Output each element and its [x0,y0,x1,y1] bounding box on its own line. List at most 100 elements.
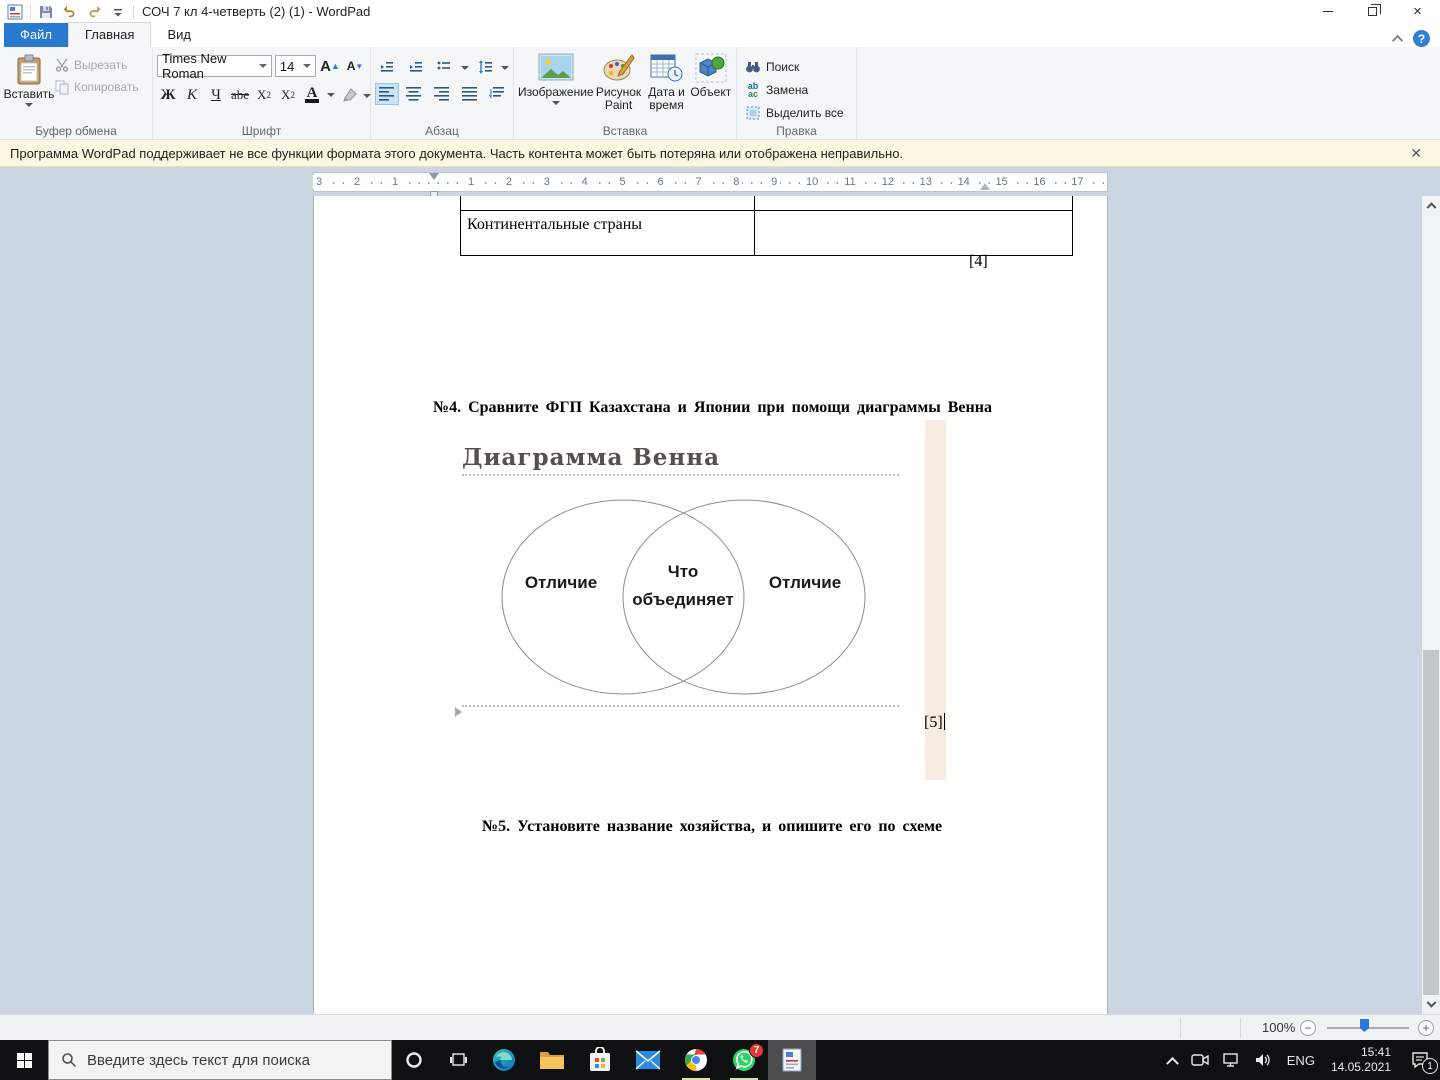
group-clipboard: Вставить Вырезать Копировать Буфер обмен… [0,47,153,139]
meet-now-button[interactable] [1184,1040,1216,1080]
zoom-in-button[interactable]: + [1418,1020,1434,1036]
taskbar-app-explorer[interactable] [528,1040,576,1080]
score-5: [5] [924,713,945,731]
first-line-indent-marker[interactable] [429,173,439,180]
copy-button[interactable]: Копировать [54,79,139,95]
document-page[interactable]: Континентальные страны [4] №4. Сравните … [313,196,1108,1014]
paragraph-dialog-button[interactable] [485,83,509,105]
volume-button[interactable] [1248,1040,1280,1080]
replace-button[interactable]: ab ac Замена [745,82,852,99]
save-button[interactable] [37,3,55,21]
font-color-button[interactable]: A [301,84,323,106]
italic-button[interactable]: К [181,84,203,106]
taskbar-app-chrome[interactable] [672,1040,720,1080]
warning-text: Программа WordPad поддерживает не все фу… [10,145,904,161]
ruler[interactable]: 3 2 1 1 2 3 4 5 6 7 8 9 10 11 12 13 14 15 16 17 [312,172,1108,198]
close-button[interactable]: × [1395,0,1440,23]
help-icon[interactable]: ? [1413,30,1430,47]
taskbar-app-edge[interactable] [480,1040,528,1080]
ruler-number: 5 [616,175,629,189]
font-family-combo[interactable]: Times New Roman [157,51,272,81]
venn-diagram-title: Диаграмма Венна [462,444,721,471]
find-button[interactable]: Поиск [745,59,852,75]
taskbar-app-mail[interactable] [624,1040,672,1080]
grow-font-button[interactable]: A ▲ [319,55,341,77]
taskbar-app-store[interactable] [576,1040,624,1080]
date-time-button[interactable]: Дата и время [643,51,689,123]
group-label-clipboard: Буфер обмена [35,124,117,138]
shrink-font-button[interactable]: A ▼ [344,55,366,77]
taskbar-search-box[interactable]: Введите здесь текст для поиска [48,1040,392,1080]
scroll-down-button[interactable] [1422,997,1440,1014]
ruler-number: 13 [916,175,935,189]
select-all-button[interactable]: Выделить все [745,105,852,121]
cut-button[interactable]: Вырезать [54,57,139,73]
ruler-number: 10 [802,175,822,189]
align-left-button[interactable] [375,83,399,105]
decrease-indent-button[interactable] [375,56,400,78]
taskbar-app-wordpad[interactable] [768,1040,816,1080]
undo-button[interactable] [61,3,79,21]
tab-view[interactable]: Вид [151,23,207,47]
insert-image-button[interactable]: Изображение [518,51,594,123]
align-right-button[interactable] [430,83,454,105]
list-dropdown-icon[interactable] [460,66,469,70]
start-button[interactable] [0,1040,48,1080]
score-4: [4] [969,253,988,270]
ruler-number: 3 [312,175,326,189]
list-button[interactable] [432,56,457,78]
collapse-ribbon-icon[interactable] [1391,34,1404,46]
increase-indent-button[interactable] [404,56,429,78]
right-indent-marker[interactable] [980,183,990,190]
warning-close-icon[interactable]: ✕ [1410,145,1430,162]
tab-file[interactable]: Файл [4,23,68,47]
group-label-paragraph: Абзац [425,124,459,138]
file-explorer-icon [540,1052,564,1069]
task-view-button[interactable] [436,1040,480,1080]
font-size-combo[interactable]: 14 [274,55,316,77]
divider [1180,1018,1181,1038]
minimize-button[interactable] [1305,0,1350,23]
language-indicator[interactable]: ENG [1280,1040,1322,1080]
scroll-up-button[interactable] [1422,196,1440,213]
copy-icon [55,80,69,95]
insert-object-button[interactable]: Объект [690,51,732,123]
vertical-scrollbar[interactable] [1422,196,1440,1014]
paste-button[interactable]: Вставить [4,51,54,123]
tab-home[interactable]: Главная [67,22,152,47]
subscript-button[interactable]: X2 [253,84,275,106]
highlight-button[interactable] [339,84,361,106]
line-spacing-dropdown-icon[interactable] [501,66,509,70]
paste-dropdown-icon[interactable] [25,103,33,107]
justify-button[interactable] [458,83,482,105]
ruler-number: 4 [578,175,591,189]
ruler-number: 7 [692,175,705,189]
restore-button[interactable] [1350,0,1395,23]
network-button[interactable] [1216,1040,1248,1080]
line-spacing-button[interactable] [473,56,498,78]
underline-button[interactable]: Ч [205,84,227,106]
superscript-button[interactable]: X2 [277,84,299,106]
highlight-dropdown-icon[interactable] [363,94,371,98]
font-color-dropdown-icon[interactable] [327,93,335,97]
taskbar-app-whatsapp[interactable]: 7 [720,1040,768,1080]
bold-button[interactable]: Ж [157,84,179,106]
redo-button[interactable] [85,3,103,21]
paint-drawing-button[interactable]: Рисунок Paint [594,51,644,123]
zoom-out-button[interactable]: − [1300,1020,1316,1036]
group-label-insert: Вставка [602,124,648,138]
tray-expand-button[interactable] [1161,1040,1184,1080]
insert-image-dropdown-icon[interactable] [551,101,560,105]
zoom-slider-thumb[interactable] [1360,1019,1369,1032]
scrollbar-thumb[interactable] [1423,650,1439,995]
qat-customize-dropdown[interactable] [109,3,127,21]
align-center-button[interactable] [403,83,427,105]
group-paragraph: Абзац [371,47,514,139]
cortana-button[interactable] [392,1040,436,1080]
notification-center-button[interactable]: 1 [1400,1040,1440,1080]
table-border [460,210,1073,211]
venn-left-label: Отличие [524,573,598,592]
taskbar-clock[interactable]: 15:41 14.05.2021 [1322,1045,1400,1075]
group-editing: Поиск ab ac Замена Выделить все Правка [737,47,857,139]
strikethrough-button[interactable]: abe [229,84,251,106]
